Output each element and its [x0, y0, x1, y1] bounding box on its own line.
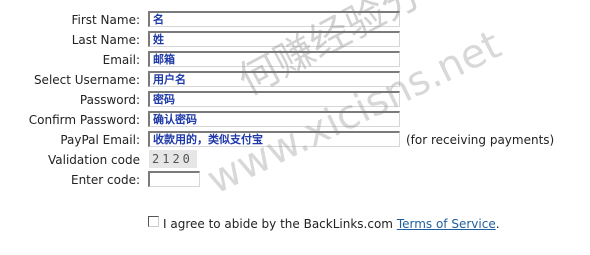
last-name-value: 姓 [153, 33, 164, 46]
first-name-label: First Name: [71, 13, 140, 27]
email-label: Email: [102, 53, 140, 67]
email-row: Email: 邮箱 [0, 50, 590, 70]
captcha-image: 2120 [149, 150, 197, 168]
enter-code-label: Enter code: [70, 173, 140, 187]
terms-text-suffix: . [495, 217, 500, 231]
enter-code-field[interactable] [148, 171, 200, 187]
first-name-field[interactable]: 名 [148, 11, 400, 27]
last-name-row: Last Name: 姓 [0, 30, 590, 50]
validation-code-label: Validation code [47, 153, 140, 167]
confirm-password-label: Confirm Password: [28, 113, 140, 127]
terms-checkbox[interactable] [148, 216, 159, 227]
terms-text: I agree to abide by the BackLinks.com Te… [163, 217, 500, 231]
last-name-label: Last Name: [71, 33, 140, 47]
confirm-password-row: Confirm Password: 确认密码 [0, 110, 590, 130]
paypal-email-hint: (for receiving payments) [406, 133, 555, 147]
enter-code-value [150, 172, 156, 187]
password-field[interactable]: 密码 [148, 91, 400, 107]
username-value: 用户名 [153, 73, 186, 86]
password-value: 密码 [153, 93, 175, 106]
username-label: Select Username: [33, 73, 140, 87]
last-name-field[interactable]: 姓 [148, 31, 400, 47]
paypal-email-label: PayPal Email: [60, 133, 140, 147]
paypal-email-row: PayPal Email: 收款用的，类似支付宝 (for receiving … [0, 130, 590, 150]
terms-text-prefix: I agree to abide by the BackLinks.com [163, 217, 397, 231]
terms-of-service-link[interactable]: Terms of Service [397, 217, 496, 231]
paypal-email-field[interactable]: 收款用的，类似支付宝 [148, 131, 400, 147]
first-name-row: First Name: 名 [0, 10, 590, 30]
password-row: Password: 密码 [0, 90, 590, 110]
paypal-email-value: 收款用的，类似支付宝 [153, 133, 263, 146]
password-label: Password: [79, 93, 140, 107]
email-value: 邮箱 [153, 53, 175, 66]
first-name-value: 名 [153, 13, 164, 26]
confirm-password-value: 确认密码 [153, 113, 197, 126]
email-field[interactable]: 邮箱 [148, 51, 400, 67]
registration-form: First Name: 名 Last Name: 姓 Email: 邮箱 Sel… [0, 10, 590, 190]
username-field[interactable]: 用户名 [148, 71, 400, 87]
username-row: Select Username: 用户名 [0, 70, 590, 90]
terms-row: I agree to abide by the BackLinks.com Te… [0, 214, 590, 234]
validation-code-row: Validation code 2120 [0, 150, 590, 170]
enter-code-row: Enter code: [0, 170, 590, 190]
confirm-password-field[interactable]: 确认密码 [148, 111, 400, 127]
